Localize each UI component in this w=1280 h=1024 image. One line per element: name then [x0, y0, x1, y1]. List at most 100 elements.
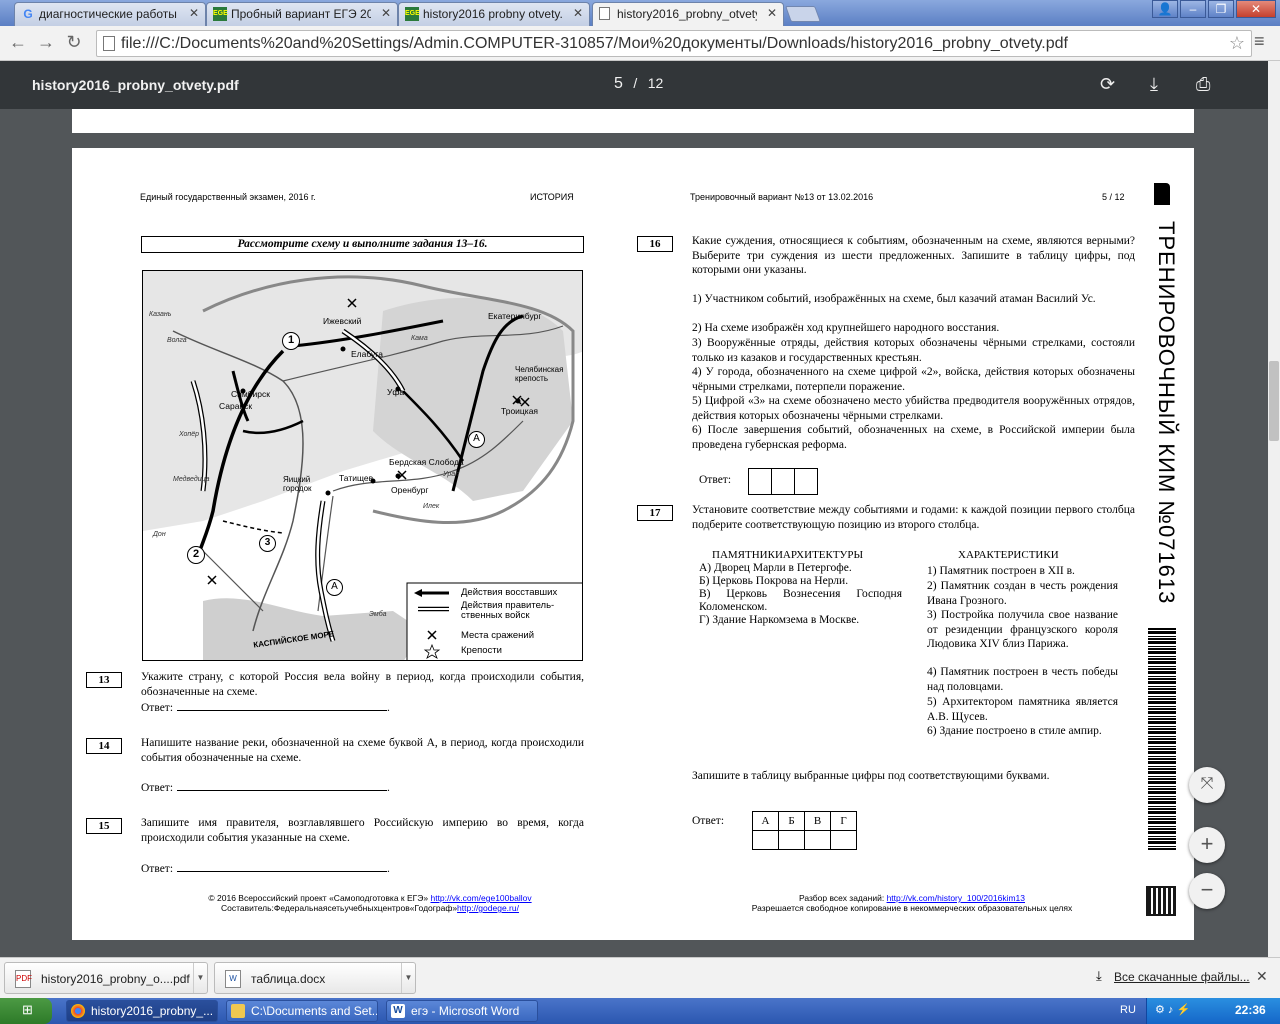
- menu-icon[interactable]: ≡: [1254, 31, 1265, 52]
- restore-button[interactable]: ❐: [1208, 0, 1234, 18]
- close-icon[interactable]: ✕: [1256, 968, 1268, 985]
- footer-link[interactable]: http://godege.ru/: [457, 903, 519, 913]
- map-label: Елабуга: [351, 349, 383, 359]
- col2-title: ХАРАКТЕРИСТИКИ: [958, 549, 1059, 561]
- question-number: 15: [86, 818, 122, 834]
- previous-page: [72, 109, 1194, 133]
- reload-button[interactable]: ↻: [62, 32, 86, 53]
- map-label: Челябинская крепость: [515, 365, 564, 383]
- marker-2: 2: [187, 546, 205, 564]
- answer-line[interactable]: [177, 862, 388, 872]
- question-text: Напишите название реки, обозначенной на …: [141, 737, 584, 764]
- q16-item: 4) У города, обозначенного на схеме цифр…: [692, 366, 1135, 393]
- user-icon[interactable]: 👤: [1152, 0, 1178, 18]
- map-label: Екатеринбург: [488, 311, 542, 321]
- col2-item: 2) Памятник создан в честь рождения Иван…: [927, 580, 1118, 607]
- tab-history-pdf[interactable]: history2016_probny_otvety ✕: [592, 2, 784, 27]
- fit-page-button[interactable]: ⤧: [1189, 767, 1225, 803]
- footer-link[interactable]: http://vk.com/ege100ballov: [430, 893, 531, 903]
- tab-probny-variant[interactable]: EGE Пробный вариант ЕГЭ 2016 ✕: [206, 2, 398, 26]
- map-label-river: Волга: [167, 337, 187, 344]
- close-icon[interactable]: ✕: [767, 6, 777, 20]
- chevron-down-icon[interactable]: ▼: [401, 963, 415, 993]
- tray-icons[interactable]: ⚙ ♪ ⚡: [1155, 1003, 1190, 1016]
- download-icon: ⤓: [1096, 968, 1102, 983]
- answer-cell[interactable]: [771, 468, 795, 495]
- answer-line[interactable]: [177, 701, 388, 711]
- answer-label: Ответ:: [141, 782, 174, 794]
- download-name: таблица.docx: [251, 972, 326, 986]
- system-tray: ⚙ ♪ ⚡ 22:36: [1146, 998, 1280, 1024]
- footer-text: Разбор всех заданий:: [798, 893, 885, 903]
- pdf-title: history2016_probny_otvety.pdf: [32, 77, 239, 93]
- url-text[interactable]: file:///C:/Documents%20and%20Settings/Ad…: [121, 35, 1068, 53]
- answer-cell[interactable]: [794, 468, 818, 495]
- taskbar-item-word[interactable]: W егэ - Microsoft Word: [386, 1000, 538, 1022]
- page-indicator: 5 / 12: [614, 75, 663, 93]
- tab-strip: G диагностические работы п ✕ EGE Пробный…: [0, 0, 1280, 27]
- answer-cell[interactable]: [830, 830, 857, 850]
- current-page[interactable]: 5: [614, 75, 623, 92]
- col2-item: 1) Памятник построен в XII в.: [927, 565, 1075, 577]
- question-number: 17: [637, 505, 673, 521]
- download-bar: PDF history2016_probny_o....pdf ▼ W табл…: [0, 957, 1280, 998]
- zoom-in-button[interactable]: +: [1189, 827, 1225, 863]
- table-header-b: Б: [778, 811, 805, 831]
- tab-diagnostic[interactable]: G диагностические работы п ✕: [14, 2, 206, 26]
- legend-label: Места сражений: [461, 630, 535, 641]
- minimize-button[interactable]: –: [1180, 0, 1206, 18]
- answer-cell[interactable]: [804, 830, 831, 850]
- taskbar-label: history2016_probny_...: [91, 1004, 214, 1018]
- new-tab-button[interactable]: [785, 6, 821, 22]
- answer-cell[interactable]: [778, 830, 805, 850]
- header-left: Единый государственный экзамен, 2016 г.: [140, 192, 316, 202]
- legend-label: Действия восставших: [461, 587, 558, 598]
- download-item-docx[interactable]: W таблица.docx ▼: [214, 962, 416, 994]
- taskbar-item-explorer[interactable]: C:\Documents and Set...: [226, 1000, 378, 1022]
- header-pages: 5 / 12: [1102, 192, 1125, 202]
- ege-icon: EGE: [405, 7, 420, 21]
- answer-row: Ответ:.: [141, 781, 390, 794]
- zoom-out-button[interactable]: −: [1189, 873, 1225, 909]
- footer-text: Составитель:Федеральнаясетьучебныхцентро…: [221, 903, 458, 913]
- clock[interactable]: 22:36: [1235, 1003, 1266, 1017]
- address-bar[interactable]: file:///C:/Documents%20and%20Settings/Ad…: [96, 30, 1252, 57]
- taskbar-item-chrome[interactable]: history2016_probny_...: [66, 1000, 218, 1022]
- map-label-river: Илек: [423, 503, 440, 510]
- show-all-downloads-link[interactable]: Все скачанные файлы...: [1114, 970, 1250, 984]
- close-icon[interactable]: ✕: [189, 6, 199, 20]
- col2-item: 4) Памятник построен в честь победы над …: [927, 666, 1118, 693]
- scrollbar[interactable]: [1268, 61, 1280, 957]
- footer-link[interactable]: http://vk.com/history_100/2016kim13: [887, 893, 1025, 903]
- map-label: Оренбург: [391, 485, 429, 495]
- pdf-file-icon: PDF: [15, 970, 32, 988]
- legend-label: Крепости: [461, 645, 502, 656]
- print-icon[interactable]: ⎙: [1196, 74, 1210, 95]
- forward-button[interactable]: →: [34, 32, 58, 53]
- map-label: Троицкая: [501, 406, 539, 416]
- tab-history-otvety[interactable]: EGE history2016 probny otvety.p ✕: [398, 2, 590, 26]
- table-note: Запишите в таблицу выбранные цифры под с…: [692, 770, 1050, 782]
- bookmark-star-icon[interactable]: ☆: [1229, 33, 1245, 54]
- answer-cell[interactable]: [748, 468, 772, 495]
- back-button[interactable]: ←: [6, 32, 30, 53]
- download-icon[interactable]: ⤓: [1150, 74, 1158, 95]
- language-indicator[interactable]: RU: [1120, 1004, 1136, 1016]
- answer-line[interactable]: [177, 781, 388, 791]
- table-header-a: А: [752, 811, 779, 831]
- tab-label: history2016_probny_otvety: [617, 7, 757, 21]
- taskbar-label: егэ - Microsoft Word: [411, 1004, 520, 1018]
- window-close-button[interactable]: ✕: [1236, 0, 1276, 18]
- scrollbar-thumb[interactable]: [1269, 361, 1279, 441]
- download-item-pdf[interactable]: PDF history2016_probny_o....pdf ▼: [4, 962, 208, 994]
- chevron-down-icon[interactable]: ▼: [193, 963, 207, 993]
- windows-icon: ⊞: [22, 1002, 33, 1017]
- answer-cell[interactable]: [752, 830, 779, 850]
- close-icon[interactable]: ✕: [381, 6, 391, 20]
- start-button[interactable]: ⊞: [0, 998, 52, 1024]
- q16-item: 5) Цифрой «3» на схеме обозначено место …: [692, 395, 1135, 422]
- close-icon[interactable]: ✕: [573, 6, 583, 20]
- rotate-icon[interactable]: ⟳: [1100, 74, 1115, 95]
- total-pages: 12: [647, 75, 664, 91]
- barcode: [1148, 628, 1176, 850]
